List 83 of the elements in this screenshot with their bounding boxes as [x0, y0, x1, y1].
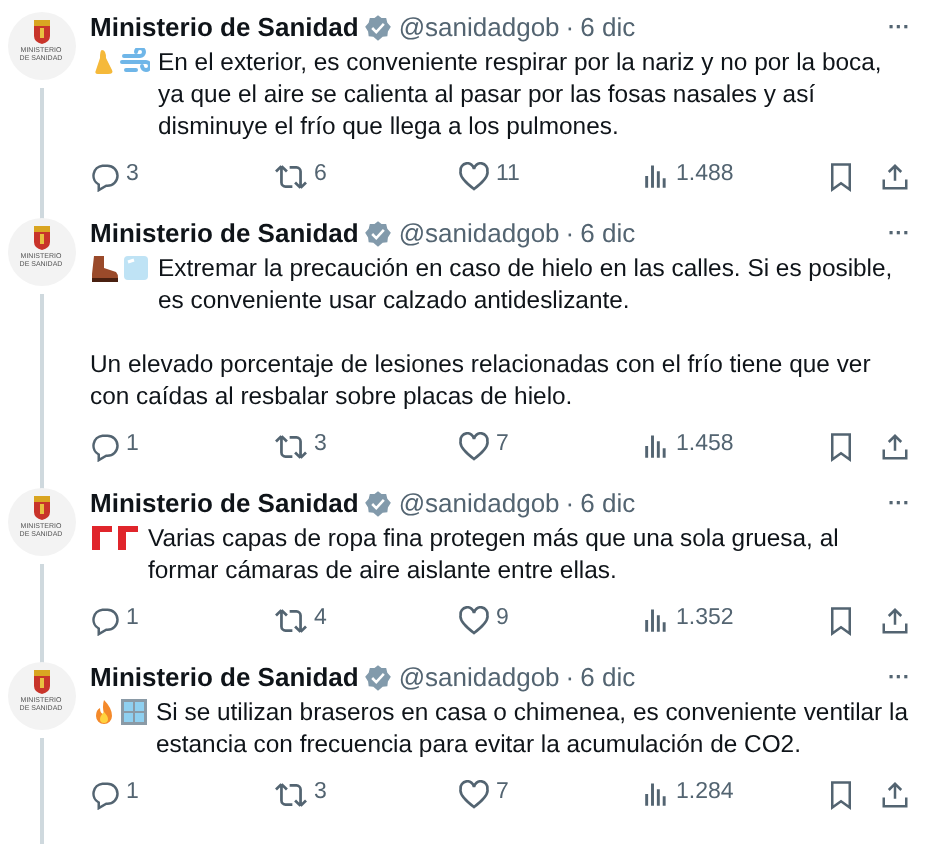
- reply-button[interactable]: 3: [90, 158, 139, 194]
- repost-button[interactable]: 6: [274, 158, 327, 194]
- heart-icon: [458, 161, 490, 191]
- coat-of-arms-icon: [31, 670, 51, 694]
- repost-icon: [274, 431, 308, 461]
- timestamp[interactable]: 6 dic: [580, 214, 636, 254]
- more-button[interactable]: ···: [888, 11, 910, 45]
- timestamp[interactable]: 6 dic: [580, 658, 636, 698]
- views-icon: [642, 432, 670, 460]
- handle[interactable]: @sanidadgob: [398, 8, 560, 48]
- more-button[interactable]: ···: [888, 661, 910, 695]
- tweet-text: Extremar la precaución en caso de hielo en las calles. Si es posible, es conveniente usar calzado antideslizante.: [158, 252, 895, 316]
- bookmark-icon: [828, 161, 854, 191]
- reply-icon: [90, 161, 120, 191]
- handle[interactable]: @sanidadgob: [398, 658, 560, 698]
- bookmark-icon: [828, 605, 854, 635]
- more-button[interactable]: ···: [888, 487, 910, 521]
- heart-icon: [458, 779, 490, 809]
- repost-button[interactable]: 3: [274, 776, 327, 812]
- repost-icon: [274, 779, 308, 809]
- reply-icon: [90, 605, 120, 635]
- separator: ·: [565, 486, 575, 523]
- reply-icon: [90, 431, 120, 461]
- fire-icon: [90, 698, 118, 726]
- share-button[interactable]: [880, 605, 910, 635]
- separator: ·: [565, 10, 575, 47]
- reply-button[interactable]: 1: [90, 602, 139, 638]
- views-button[interactable]: 1.458: [642, 428, 734, 464]
- handle[interactable]: @sanidadgob: [398, 214, 560, 254]
- timestamp[interactable]: 6 dic: [580, 8, 636, 48]
- ice-cube-icon: [122, 254, 150, 282]
- views-button[interactable]: 1.284: [642, 776, 734, 812]
- bookmark-icon: [828, 431, 854, 461]
- reply-icon: [90, 779, 120, 809]
- bookmark-button[interactable]: [828, 605, 854, 635]
- boot-icon: [90, 254, 120, 282]
- share-icon: [880, 431, 910, 461]
- tweet-text: Si se utilizan braseros en casa o chimenea, es conveniente ventilar la estancia con frecuencia para evitar la acumulación de CO2.: [156, 696, 910, 760]
- share-icon: [880, 779, 910, 809]
- views-icon: [642, 162, 670, 190]
- tweet-text: En el exterior, es conveniente respirar por la nariz y no por la boca, ya que el aire se calienta al pasar por las fosas nasales y así disminuye el frío que llega a los pulmones.: [158, 46, 884, 142]
- bookmark-button[interactable]: [828, 779, 854, 809]
- views-icon: [642, 780, 670, 808]
- views-button[interactable]: 1.488: [642, 158, 734, 194]
- more-button[interactable]: ···: [888, 217, 910, 251]
- author-name[interactable]: Ministerio de Sanidad: [90, 658, 359, 698]
- coat-of-arms-icon: [31, 226, 51, 250]
- bookmark-icon: [828, 779, 854, 809]
- share-button[interactable]: [880, 779, 910, 809]
- reply-button[interactable]: 1: [90, 776, 139, 812]
- window-icon: [120, 698, 148, 726]
- coat-of-arms-icon: [31, 496, 51, 520]
- like-button[interactable]: 7: [458, 776, 509, 812]
- author-name[interactable]: Ministerio de Sanidad: [90, 484, 359, 524]
- coat-of-arms-icon: [31, 20, 51, 44]
- bookmark-button[interactable]: [828, 161, 854, 191]
- share-icon: [880, 161, 910, 191]
- bookmark-button[interactable]: [828, 431, 854, 461]
- repost-icon: [274, 161, 308, 191]
- views-button[interactable]: 1.352: [642, 602, 734, 638]
- timestamp[interactable]: 6 dic: [580, 484, 636, 524]
- share-button[interactable]: [880, 161, 910, 191]
- tweet-text: Varias capas de ropa fina protegen más que una sola gruesa, al formar cámaras de aire aislante entre ellas.: [148, 522, 841, 586]
- views-icon: [642, 606, 670, 634]
- author-name[interactable]: Ministerio de Sanidad: [90, 8, 359, 48]
- like-button[interactable]: 7: [458, 428, 509, 464]
- separator: ·: [565, 216, 575, 253]
- heart-icon: [458, 605, 490, 635]
- repost-icon: [274, 605, 308, 635]
- like-button[interactable]: 11: [458, 158, 520, 194]
- repost-button[interactable]: 4: [274, 602, 327, 638]
- separator: ·: [565, 660, 575, 697]
- share-button[interactable]: [880, 431, 910, 461]
- thread-line: [39, 738, 43, 844]
- author-name[interactable]: Ministerio de Sanidad: [90, 214, 359, 254]
- tweet-text: Un elevado porcentaje de lesiones relacionadas con el frío tiene que ver con caídas al resbalar sobre placas de hielo.: [90, 348, 873, 412]
- heart-icon: [458, 431, 490, 461]
- share-icon: [880, 605, 910, 635]
- repost-button[interactable]: 3: [274, 428, 327, 464]
- reply-button[interactable]: 1: [90, 428, 139, 464]
- handle[interactable]: @sanidadgob: [398, 484, 560, 524]
- wind-icon: [120, 48, 150, 76]
- like-button[interactable]: 9: [458, 602, 509, 638]
